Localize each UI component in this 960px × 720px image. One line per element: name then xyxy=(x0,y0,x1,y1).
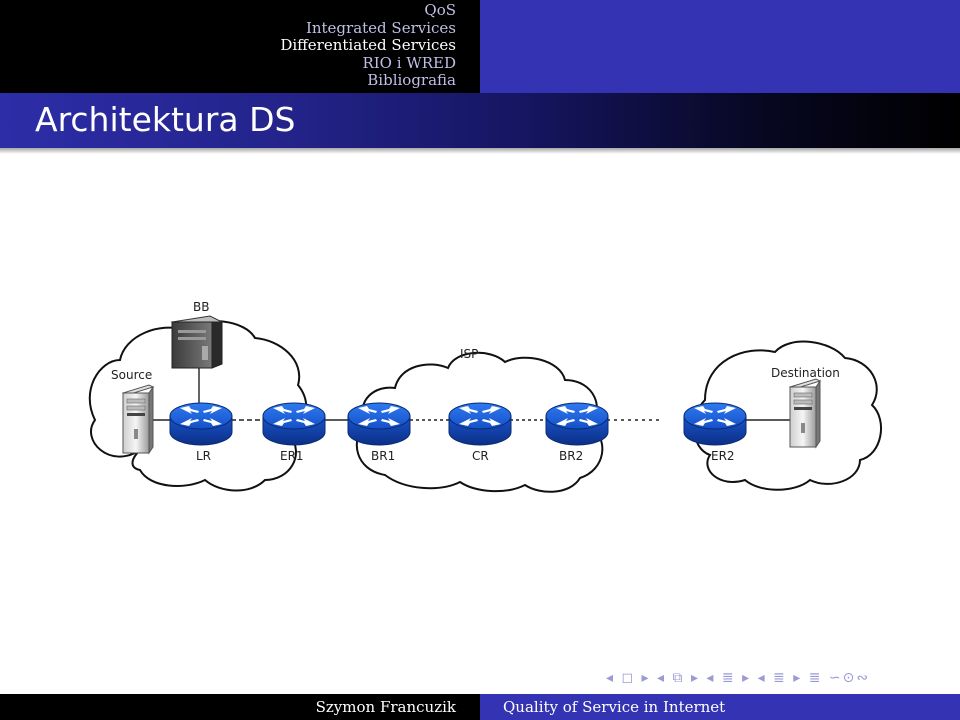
router-er1 xyxy=(262,402,326,446)
isp-label: ISP xyxy=(460,347,478,361)
destination-host xyxy=(789,378,821,448)
footer-left: Szymon Francuzik xyxy=(0,694,480,720)
router-label-cr: CR xyxy=(472,449,489,463)
bb-label: BB xyxy=(193,300,209,314)
router-cr xyxy=(448,402,512,446)
router-label-er1: ER1 xyxy=(280,449,304,463)
bb-server xyxy=(170,315,224,369)
network-diagram: BB ISP Source Destination LR ER1 BR1 CR … xyxy=(88,300,882,493)
footer-title: Quality of Service in Internet xyxy=(503,698,726,716)
destination-label: Destination xyxy=(771,366,840,380)
footer-right: Quality of Service in Internet xyxy=(480,694,960,720)
router-br2 xyxy=(545,402,609,446)
router-label-lr: LR xyxy=(196,449,211,463)
router-lr xyxy=(169,402,233,446)
beamer-navigation-icons[interactable]: ◂ ◻ ▸ ◂ ⧉ ▸ ◂ ≣ ▸ ◂ ≣ ▸ ≣ ∽⊙∾ xyxy=(606,670,870,686)
router-label-er2: ER2 xyxy=(711,449,735,463)
router-br1 xyxy=(347,402,411,446)
router-label-br2: BR2 xyxy=(559,449,583,463)
router-label-br1: BR1 xyxy=(371,449,395,463)
source-label: Source xyxy=(111,368,152,382)
source-host xyxy=(122,384,154,454)
footer-author: Szymon Francuzik xyxy=(315,698,456,716)
router-er2 xyxy=(683,402,747,446)
